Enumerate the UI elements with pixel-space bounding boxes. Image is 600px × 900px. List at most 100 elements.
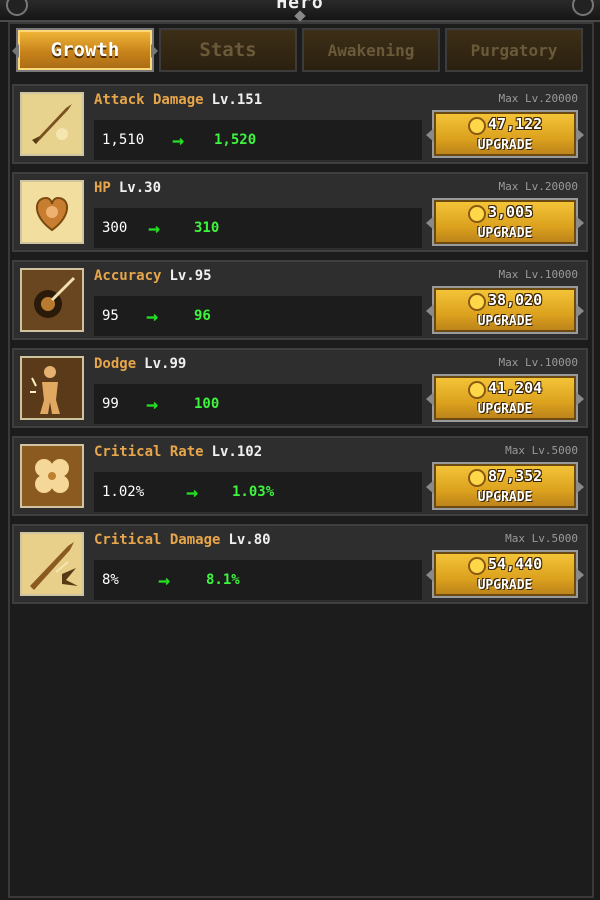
close-icon[interactable] — [572, 0, 594, 16]
button-right-ornament — [576, 304, 584, 318]
upgrade-label: UPGRADE — [477, 578, 533, 593]
button-left-ornament — [426, 480, 434, 494]
button-right-ornament — [576, 216, 584, 230]
upgrade-button[interactable]: 38,020 UPGRADE — [426, 286, 584, 334]
button-left-ornament — [426, 304, 434, 318]
coin-icon — [468, 557, 486, 575]
clover-icon — [20, 444, 84, 508]
upgrade-button[interactable]: 47,122 UPGRADE — [426, 110, 584, 158]
tab-left-ornament — [12, 44, 19, 58]
stat-values: 1,510 → 1,520 — [94, 120, 422, 160]
stat-level: Lv.151 — [211, 92, 263, 108]
upgrade-button[interactable]: 41,204 UPGRADE — [426, 374, 584, 422]
arrow-right-icon: → — [172, 128, 185, 152]
arrow-right-icon: → — [146, 304, 159, 328]
stat-values: 99 → 100 — [94, 384, 422, 424]
tab-right-ornament — [151, 44, 158, 58]
stat-max-level: Max Lv.5000 — [505, 532, 578, 545]
upgrade-button[interactable]: 3,005 UPGRADE — [426, 198, 584, 246]
stat-row-dodge: Dodge Lv.99 Max Lv.10000 99 → 100 41,204 … — [12, 348, 588, 428]
coin-icon — [468, 117, 486, 135]
stat-max-level: Max Lv.10000 — [498, 268, 578, 281]
stat-current: 99 — [102, 396, 119, 412]
upgrade-cost: 54,440 — [488, 555, 543, 573]
stat-level: Lv.95 — [169, 268, 212, 284]
upgrade-label: UPGRADE — [477, 490, 533, 505]
stat-name-text: Attack Damage — [94, 92, 204, 108]
stat-name-text: Accuracy — [94, 268, 162, 284]
stat-next: 96 — [194, 308, 211, 324]
stat-max-level: Max Lv.10000 — [498, 356, 578, 369]
stat-name: Accuracy Lv.95 — [94, 268, 212, 284]
stat-max-level: Max Lv.20000 — [498, 92, 578, 105]
upgrade-label: UPGRADE — [477, 226, 533, 241]
stat-name: Critical Damage Lv.80 — [94, 532, 271, 548]
stat-name-text: Critical Damage — [94, 532, 221, 548]
stat-current: 8% — [102, 572, 119, 588]
tab-label: Stats — [199, 39, 257, 61]
stat-next: 1.03% — [232, 484, 275, 500]
stat-values: 300 → 310 — [94, 208, 422, 248]
stat-name-text: Dodge — [94, 356, 137, 372]
stat-level: Lv.102 — [211, 444, 263, 460]
tab-awakening[interactable]: Awakening — [302, 28, 440, 72]
top-bar: Hero — [0, 0, 600, 22]
button-left-ornament — [426, 216, 434, 230]
stat-current: 1,510 — [102, 132, 145, 148]
button-right-ornament — [576, 128, 584, 142]
upgrade-label: UPGRADE — [477, 402, 533, 417]
target-icon — [20, 268, 84, 332]
stat-next: 100 — [194, 396, 220, 412]
upgrade-label: UPGRADE — [477, 138, 533, 153]
upgrade-cost: 87,352 — [488, 467, 543, 485]
arrow-right-icon: → — [158, 568, 171, 592]
stat-values: 95 → 96 — [94, 296, 422, 336]
stat-row-critical-rate: Critical Rate Lv.102 Max Lv.5000 1.02% → … — [12, 436, 588, 516]
button-right-ornament — [576, 392, 584, 406]
stat-name-text: Critical Rate — [94, 444, 204, 460]
tab-purgatory[interactable]: Purgatory — [445, 28, 583, 72]
blade-burst-icon — [20, 532, 84, 596]
upgrade-cost: 47,122 — [488, 115, 543, 133]
arrow-right-icon: → — [146, 392, 159, 416]
stat-current: 300 — [102, 220, 128, 236]
figure-icon — [20, 356, 84, 420]
sword-icon — [20, 92, 84, 156]
stat-level: Lv.99 — [144, 356, 187, 372]
upgrade-cost: 38,020 — [488, 291, 543, 309]
button-left-ornament — [426, 128, 434, 142]
coin-icon — [468, 205, 486, 223]
coin-icon — [468, 381, 486, 399]
tab-label: Awakening — [327, 40, 415, 60]
upgrade-button[interactable]: 54,440 UPGRADE — [426, 550, 584, 598]
button-right-ornament — [576, 480, 584, 494]
stat-row-accuracy: Accuracy Lv.95 Max Lv.10000 95 → 96 38,02… — [12, 260, 588, 340]
tab-bar: Growth Stats Awakening Purgatory — [12, 28, 584, 76]
stat-row-attack-damage: Attack Damage Lv.151 Max Lv.20000 1,510 →… — [12, 84, 588, 164]
upgrade-cost: 41,204 — [488, 379, 543, 397]
arrow-right-icon: → — [186, 480, 199, 504]
arrow-right-icon: → — [148, 216, 161, 240]
stat-max-level: Max Lv.5000 — [505, 444, 578, 457]
upgrade-cost: 3,005 — [488, 203, 534, 221]
stat-next: 310 — [194, 220, 220, 236]
stat-next: 8.1% — [206, 572, 240, 588]
stat-name: Dodge Lv.99 — [94, 356, 186, 372]
stat-current: 95 — [102, 308, 119, 324]
stat-name-text: HP — [94, 180, 111, 196]
stat-name: Critical Rate Lv.102 — [94, 444, 262, 460]
heart-icon — [20, 180, 84, 244]
tab-growth[interactable]: Growth — [12, 28, 158, 72]
stat-row-hp: HP Lv.30 Max Lv.20000 300 → 310 3,005 UPG… — [12, 172, 588, 252]
button-left-ornament — [426, 392, 434, 406]
stat-current: 1.02% — [102, 484, 145, 500]
stat-next: 1,520 — [214, 132, 257, 148]
tab-label: Purgatory — [470, 40, 558, 60]
stat-level: Lv.30 — [118, 180, 162, 196]
coin-icon — [468, 293, 486, 311]
stat-row-critical-damage: Critical Damage Lv.80 Max Lv.5000 8% → 8.… — [12, 524, 588, 604]
button-left-ornament — [426, 568, 434, 582]
upgrade-button[interactable]: 87,352 UPGRADE — [426, 462, 584, 510]
tab-stats[interactable]: Stats — [159, 28, 297, 72]
upgrade-label: UPGRADE — [477, 314, 533, 329]
